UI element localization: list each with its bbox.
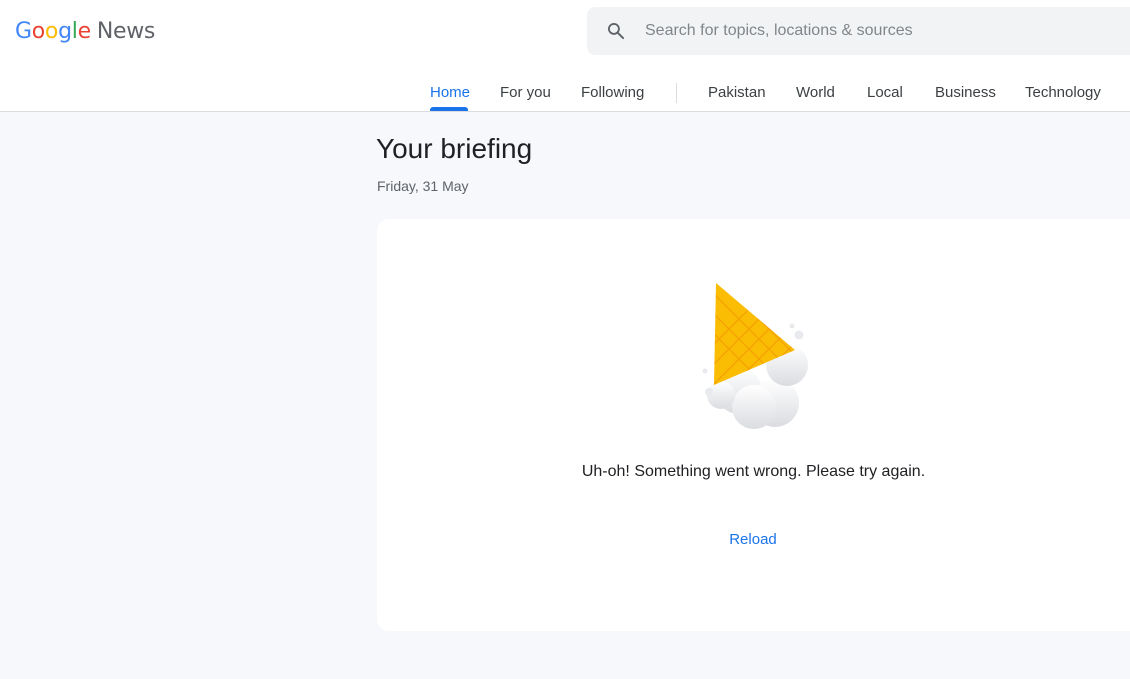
logo-letter: g — [58, 19, 72, 44]
reload-button[interactable]: Reload — [703, 531, 803, 548]
logo-news-word: News — [96, 19, 156, 44]
logo-letter: o — [44, 19, 59, 44]
nav-tabs: Home For you Following Pakistan World Lo… — [0, 70, 1130, 111]
google-news-logo[interactable]: Google News — [15, 17, 155, 47]
tab-following[interactable]: Following — [581, 84, 644, 101]
tab-home[interactable]: Home — [430, 84, 470, 101]
active-tab-indicator — [430, 107, 468, 111]
error-card: Uh-oh! Something went wrong. Please try … — [377, 219, 1130, 631]
tab-business[interactable]: Business — [935, 84, 996, 101]
page-title: Your briefing — [376, 133, 533, 164]
tab-world[interactable]: World — [796, 84, 835, 101]
tab-local[interactable]: Local — [867, 84, 903, 101]
logo-letter: G — [15, 19, 32, 44]
search-bar[interactable] — [587, 7, 1130, 55]
logo-letter: e — [77, 19, 92, 44]
tab-for-you[interactable]: For you — [500, 84, 551, 101]
error-message: Uh-oh! Something went wrong. Please try … — [581, 463, 926, 480]
search-input[interactable] — [645, 7, 1125, 55]
tab-technology[interactable]: Technology — [1025, 84, 1101, 101]
logo-letter: o — [31, 19, 45, 44]
search-icon[interactable] — [606, 21, 626, 41]
melted-ice-cream-illustration — [702, 283, 808, 429]
nav-divider — [676, 83, 677, 103]
tab-pakistan[interactable]: Pakistan — [708, 84, 766, 101]
top-bar: GoogleNews Home For you Following Pakist… — [0, 0, 1130, 112]
briefing-date: Friday, 31 May — [377, 178, 469, 194]
